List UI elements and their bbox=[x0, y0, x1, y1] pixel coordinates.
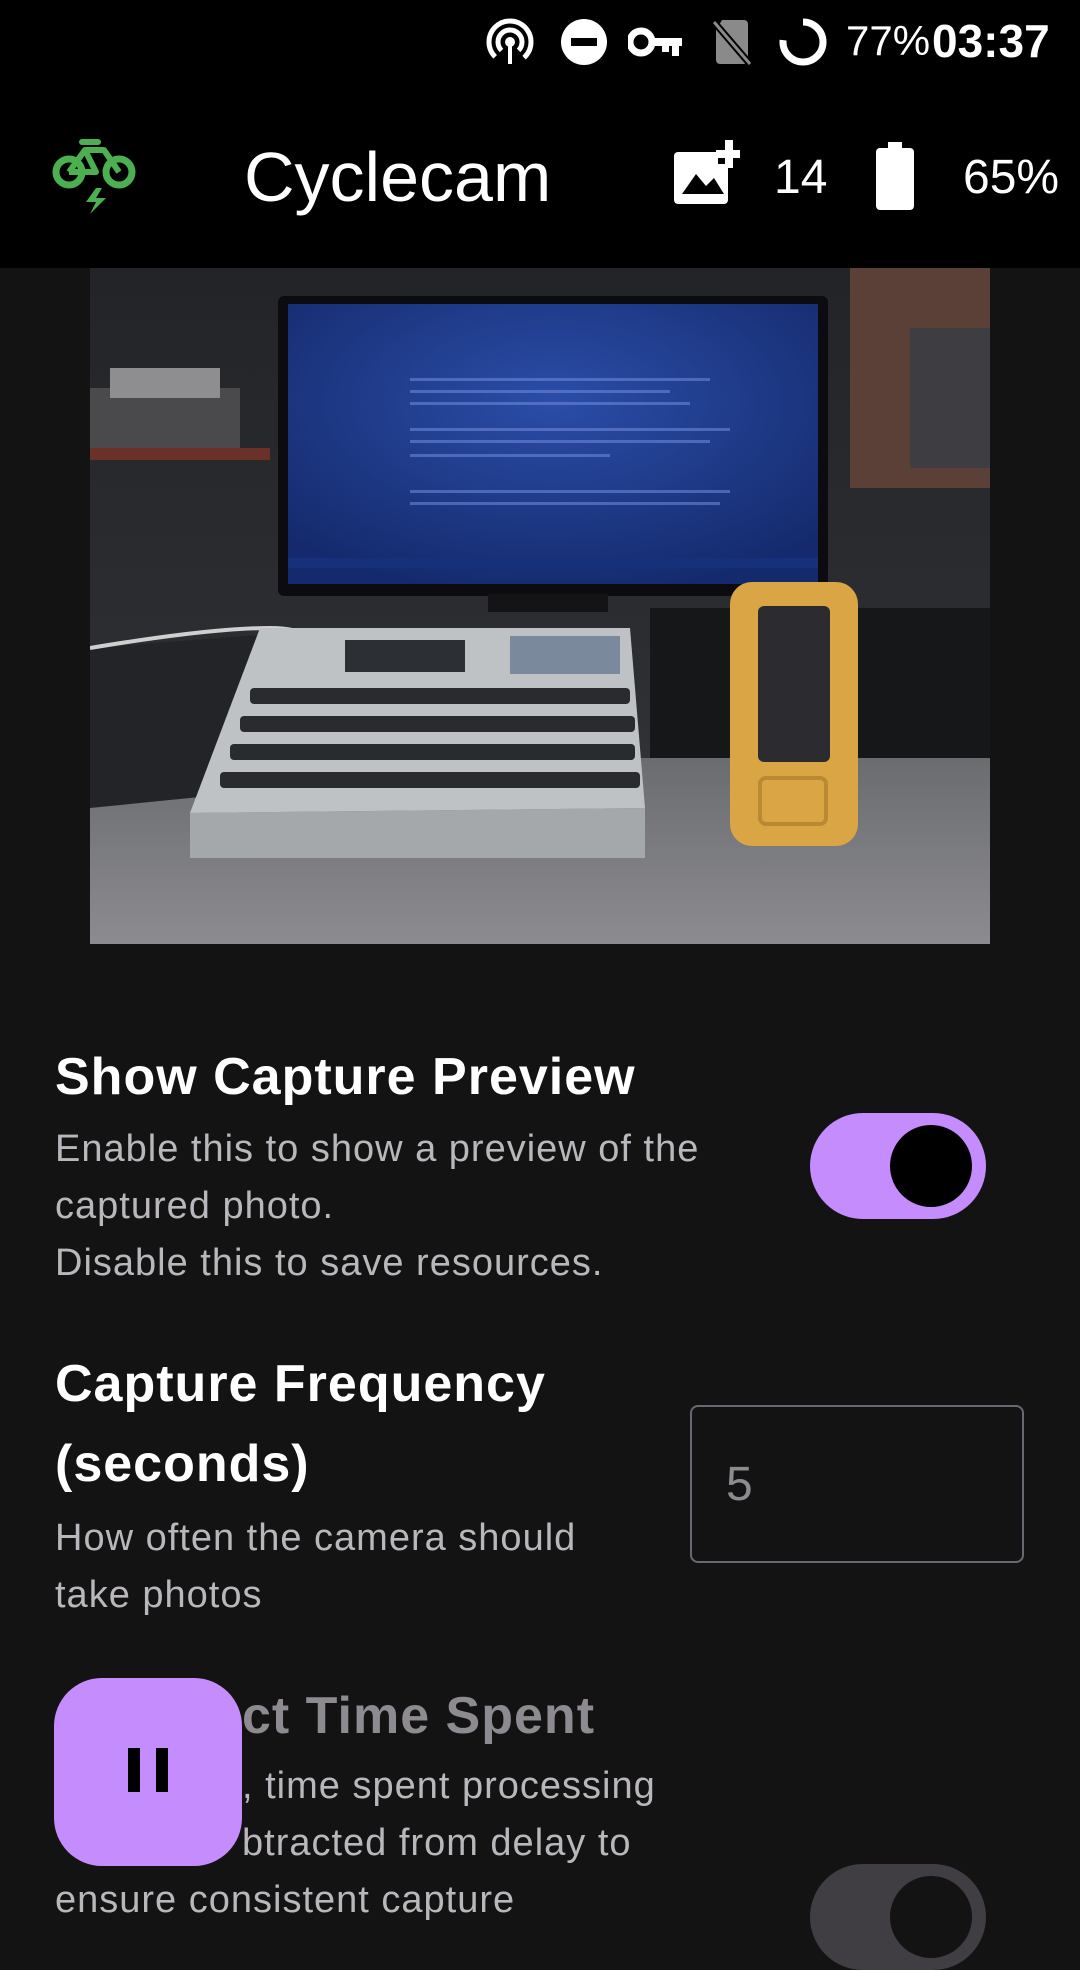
setting-desc-line: Enable this to show a preview of the bbox=[55, 1128, 700, 1170]
setting-desc-line: take photos bbox=[55, 1574, 263, 1616]
setting-desc-line: captured photo. bbox=[55, 1185, 335, 1227]
electric-bike-icon bbox=[52, 136, 136, 219]
setting-desc-line: ensure consistent capture bbox=[55, 1879, 516, 1921]
battery-ring-icon bbox=[776, 18, 830, 66]
setting-title: Show Capture Preview bbox=[55, 1048, 636, 1106]
status-bar: 77% 03:37 bbox=[0, 0, 1080, 92]
setting-title-line2: (seconds) bbox=[55, 1435, 310, 1493]
battery-icon bbox=[876, 142, 914, 215]
setting-title: ct Time Spent bbox=[242, 1687, 596, 1745]
capture-frequency-value[interactable] bbox=[692, 1407, 1022, 1561]
vpn-key-icon bbox=[628, 18, 684, 66]
battery-percent: 77% bbox=[846, 17, 931, 64]
pause-button[interactable] bbox=[54, 1678, 242, 1866]
photo-count: 14 bbox=[774, 151, 828, 204]
app-title: Cyclecam bbox=[244, 138, 552, 216]
pause-icon bbox=[124, 1746, 172, 1799]
setting-title: Capture Frequency bbox=[55, 1355, 546, 1413]
setting-desc-line: How often the camera should bbox=[55, 1517, 577, 1559]
show-capture-preview-toggle[interactable] bbox=[810, 1113, 986, 1219]
toggle-knob bbox=[890, 1876, 972, 1958]
subtract-time-toggle[interactable] bbox=[810, 1864, 986, 1970]
clock: 03:37 bbox=[932, 15, 1050, 67]
app-bar: Cyclecam 14 65% bbox=[0, 92, 1080, 268]
capture-frequency-input[interactable] bbox=[690, 1405, 1024, 1563]
no-sim-icon bbox=[710, 18, 754, 66]
hotspot-icon bbox=[482, 18, 538, 66]
capture-preview-image bbox=[90, 268, 990, 944]
toggle-knob bbox=[890, 1125, 972, 1207]
do-not-disturb-icon bbox=[558, 18, 610, 66]
device-battery: 65% bbox=[963, 151, 1060, 204]
setting-desc-line: btracted from delay to bbox=[242, 1822, 632, 1864]
setting-desc-line: , time spent processing bbox=[242, 1765, 656, 1807]
setting-desc-line: Disable this to save resources. bbox=[55, 1242, 604, 1284]
add-photo-icon bbox=[672, 140, 740, 211]
